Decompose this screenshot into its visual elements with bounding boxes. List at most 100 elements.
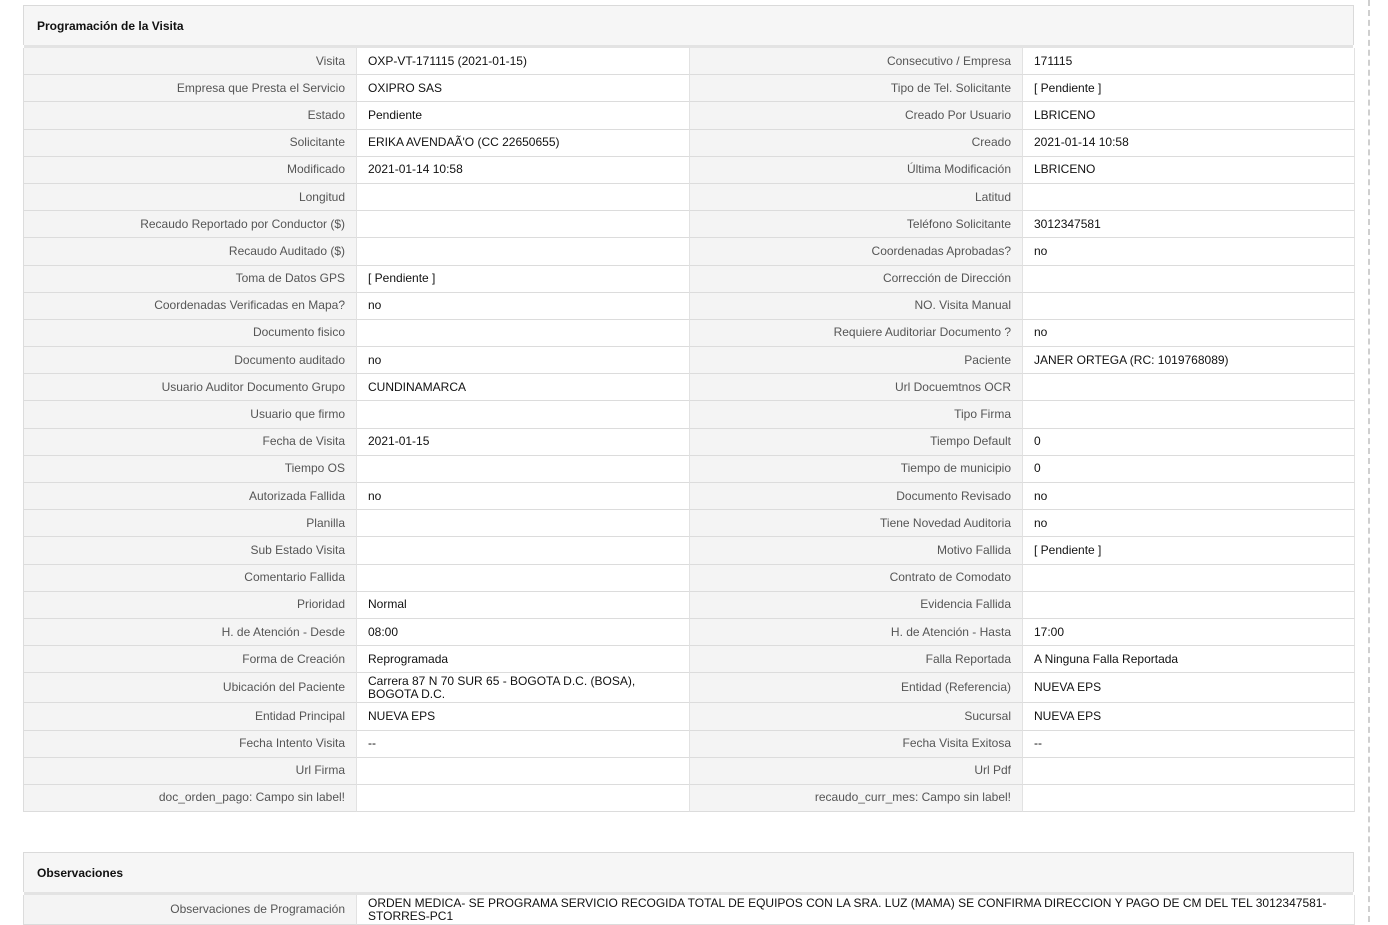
field-value: 2021-01-14 10:58 [357,156,690,184]
field-label: Documento Revisado [690,483,1023,511]
field-label: Contrato de Comodato [690,564,1023,592]
field-label: Usuario Auditor Documento Grupo [24,374,357,402]
field-label: Tipo de Tel. Solicitante [690,75,1023,103]
field-label: Recaudo Reportado por Conductor ($) [24,211,357,239]
field-label: Teléfono Solicitante [690,211,1023,239]
observaciones-panel: Observaciones Observaciones de Programac… [23,852,1355,925]
field-label: Motivo Fallida [690,537,1023,565]
field-value: CUNDINAMARCA [357,374,690,402]
field-label: Coordenadas Verificadas en Mapa? [24,292,357,320]
field-value: A Ninguna Falla Reportada [1023,646,1355,674]
field-label: doc_orden_pago: Campo sin label! [24,784,357,813]
field-label: Paciente [690,347,1023,375]
field-label: Forma de Creación [24,646,357,674]
field-value: -- [1023,730,1355,758]
field-value: ERIKA AVENDAÃ'O (CC 22650655) [357,129,690,157]
field-value [1023,784,1355,813]
field-label: Tipo Firma [690,401,1023,429]
field-value: 171115 [1023,48,1355,76]
field-label: Url Firma [24,757,357,785]
field-value [357,401,690,429]
field-value: [ Pendiente ] [357,265,690,293]
field-value: LBRICENO [1023,102,1355,130]
field-value: no [357,347,690,375]
field-label: Sub Estado Visita [24,537,357,565]
field-value: Carrera 87 N 70 SUR 65 - BOGOTA D.C. (BO… [357,673,690,704]
programacion-title: Programación de la Visita [23,5,1354,48]
field-value: Pendiente [357,102,690,130]
field-value: NUEVA EPS [1023,703,1355,731]
field-label: Autorizada Fallida [24,483,357,511]
field-value [357,564,690,592]
field-value: no [1023,510,1355,538]
field-value: JANER ORTEGA (RC: 1019768089) [1023,347,1355,375]
field-label: Última Modificación [690,156,1023,184]
field-label: Estado [24,102,357,130]
field-label: Planilla [24,510,357,538]
field-label: Latitud [690,183,1023,212]
field-value [1023,292,1355,320]
field-label: recaudo_curr_mes: Campo sin label! [690,784,1023,813]
field-value: 0 [1023,428,1355,456]
field-label: Recaudo Auditado ($) [24,238,357,266]
programacion-grid: Visita OXP-VT-171115 (2021-01-15) Consecut… [23,48,1355,813]
field-label: Entidad Principal [24,703,357,731]
field-value: 2021-01-14 10:58 [1023,129,1355,157]
field-value [357,455,690,483]
field-value: 2021-01-15 [357,428,690,456]
observaciones-programacion-label: Observaciones de Programación [24,895,357,925]
field-value: 0 [1023,455,1355,483]
field-value: 08:00 [357,618,690,647]
field-value [1023,401,1355,429]
field-value: no [1023,238,1355,266]
field-label: Fecha de Visita [24,428,357,456]
field-value: 3012347581 [1023,211,1355,239]
field-label: Documento fisico [24,319,357,348]
field-value: NUEVA EPS [1023,673,1355,704]
field-value [357,211,690,239]
field-value: 17:00 [1023,618,1355,647]
field-label: Creado [690,129,1023,157]
field-value: Reprogramada [357,646,690,674]
field-value: [ Pendiente ] [1023,75,1355,103]
field-value [357,238,690,266]
field-value [1023,183,1355,212]
field-label: Url Docuemtnos OCR [690,374,1023,402]
field-label: Creado Por Usuario [690,102,1023,130]
field-label: Empresa que Presta el Servicio [24,75,357,103]
field-label: Tiene Novedad Auditoria [690,510,1023,538]
field-label: Corrección de Dirección [690,265,1023,293]
field-label: Solicitante [24,129,357,157]
field-value [1023,757,1355,785]
field-label: Fecha Intento Visita [24,730,357,758]
field-value [1023,591,1355,619]
field-value: LBRICENO [1023,156,1355,184]
field-label: Prioridad [24,591,357,619]
observaciones-programacion-value: ORDEN MEDICA- SE PROGRAMA SERVICIO RECOG… [357,895,1355,925]
field-value [357,757,690,785]
observaciones-title: Observaciones [23,852,1354,895]
right-dashed-border [1368,0,1370,922]
field-label: Tiempo Default [690,428,1023,456]
field-label: Ubicación del Paciente [24,673,357,704]
field-label: H. de Atención - Desde [24,618,357,647]
field-value [357,537,690,565]
field-value [1023,564,1355,592]
field-label: Tiempo de municipio [690,455,1023,483]
field-value [1023,265,1355,293]
field-label: Coordenadas Aprobadas? [690,238,1023,266]
field-value: Normal [357,591,690,619]
field-value: no [1023,483,1355,511]
field-value [357,319,690,348]
field-value: OXP-VT-171115 (2021-01-15) [357,48,690,76]
field-label: Visita [24,48,357,76]
field-label: Fecha Visita Exitosa [690,730,1023,758]
field-label: Comentario Fallida [24,564,357,592]
field-label: Usuario que firmo [24,401,357,429]
field-label: Falla Reportada [690,646,1023,674]
field-value [357,510,690,538]
field-label: Toma de Datos GPS [24,265,357,293]
observaciones-grid: Observaciones de Programación ORDEN MEDI… [23,895,1355,925]
field-value [1023,374,1355,402]
field-value: -- [357,730,690,758]
